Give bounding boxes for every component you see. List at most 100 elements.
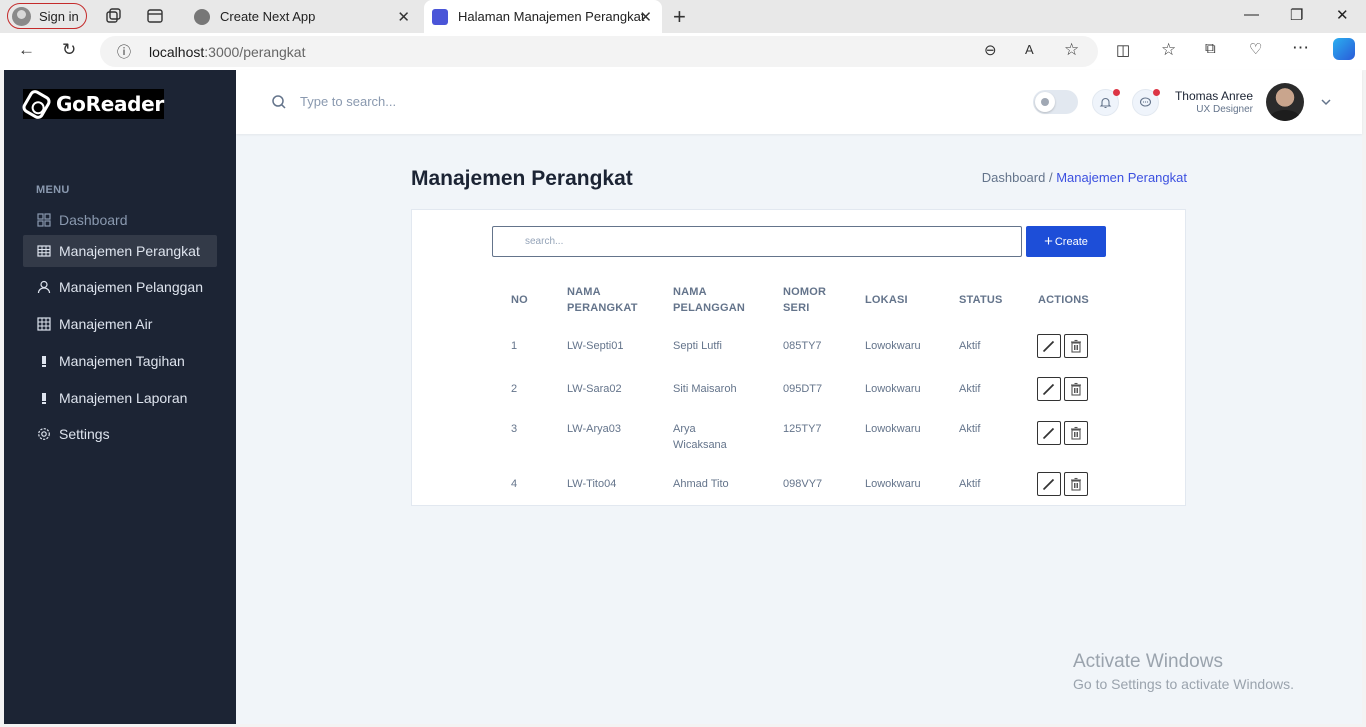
brand-logo[interactable]: GoReader: [20, 87, 164, 121]
sidebar-item-manajemen-pelanggan[interactable]: Manajemen Pelanggan: [23, 271, 217, 303]
table-cell: Ahmad Tito: [673, 478, 729, 490]
close-tab-icon[interactable]: ✕: [639, 8, 652, 26]
collections-icon[interactable]: ⧉: [1205, 40, 1216, 57]
edit-button[interactable]: [1037, 377, 1061, 401]
chat-icon: [1139, 97, 1152, 107]
plus-icon: +: [1044, 233, 1053, 250]
edit-button[interactable]: [1037, 472, 1061, 496]
favorite-star-icon[interactable]: ☆: [1064, 40, 1079, 60]
column-header: NAMA PELANGGAN: [673, 286, 746, 314]
read-aloud-icon[interactable]: A: [1025, 42, 1034, 57]
sidebar-item-label: Manajemen Laporan: [59, 390, 188, 406]
delete-button[interactable]: [1064, 472, 1088, 496]
favorites-icon[interactable]: ☆: [1161, 40, 1176, 60]
table-cell: 2: [511, 383, 518, 395]
table-cell: LW-Septi01: [567, 340, 624, 352]
user-name[interactable]: Thomas Anree: [1175, 89, 1253, 103]
table-cell: LW-Sara02: [567, 383, 622, 395]
edit-button[interactable]: [1037, 334, 1061, 358]
table-cell: Septi Lutfi: [673, 340, 722, 352]
new-tab-icon[interactable]: +: [673, 4, 686, 30]
sidebar-item-manajemen-air[interactable]: Manajemen Air: [23, 308, 217, 340]
pencil-icon: [1042, 478, 1055, 491]
table-cell: Aktif: [959, 383, 981, 395]
table-cell: LW-Tito04: [567, 478, 617, 490]
brand-name: GoReader: [56, 92, 164, 116]
app-favicon-icon: [432, 8, 448, 25]
tab-title: Create Next App: [220, 9, 316, 24]
tab-halaman-manajemen[interactable]: Halaman Manajemen Perangkat ✕: [424, 0, 662, 33]
device-table-card: search... + Create NO NAMA PERANGKAT NAMA P…: [411, 209, 1186, 506]
column-header: ACTIONS: [1038, 294, 1089, 306]
zoom-icon[interactable]: ⊖: [984, 41, 997, 59]
table-cell: Siti Maisaroh: [673, 383, 737, 395]
table-cell: 1: [511, 340, 518, 352]
delete-button[interactable]: [1064, 421, 1088, 445]
table-icon: [36, 317, 51, 332]
close-window-icon[interactable]: ✕: [1336, 6, 1349, 24]
back-icon[interactable]: ←: [18, 40, 35, 60]
copilot-icon[interactable]: [1333, 38, 1355, 60]
activate-windows-title: Activate Windows: [1073, 651, 1223, 672]
dark-mode-toggle[interactable]: [1033, 90, 1078, 114]
delete-button[interactable]: [1064, 334, 1088, 358]
sun-icon: [1035, 92, 1055, 112]
table-cell: Aktif: [959, 423, 981, 435]
search-icon: [272, 95, 286, 109]
restore-icon[interactable]: ❐: [1290, 6, 1303, 24]
refresh-icon[interactable]: ↻: [62, 40, 76, 60]
trash-icon: [1071, 426, 1081, 440]
create-button[interactable]: + Create: [1026, 226, 1106, 257]
table-cell: Lowokwaru: [865, 478, 921, 490]
logo-icon: [20, 87, 53, 121]
pencil-icon: [1042, 427, 1055, 440]
breadcrumb: Dashboard / Manajemen Perangkat: [982, 170, 1187, 185]
table-search-input[interactable]: search...: [492, 226, 1022, 257]
info-icon[interactable]: ⓘ: [117, 42, 131, 62]
sidebar-item-manajemen-perangkat[interactable]: Manajemen Perangkat: [23, 235, 217, 267]
performance-icon[interactable]: ♡: [1249, 40, 1262, 58]
close-tab-icon[interactable]: ✕: [397, 8, 410, 26]
workspaces-icon[interactable]: [104, 7, 122, 25]
delete-button[interactable]: [1064, 377, 1088, 401]
browser-address-bar: ← ↻ ⓘ localhost:3000/perangkat ⊖ A ☆ ◫ ☆…: [0, 33, 1366, 70]
breadcrumb-home[interactable]: Dashboard /: [982, 170, 1053, 185]
browser-tab-bar: Sign in Create Next App ✕ Halaman Manaje…: [0, 0, 1366, 33]
gear-icon: [36, 427, 51, 442]
bar-icon: [36, 391, 51, 406]
sidebar-item-dashboard[interactable]: Dashboard: [23, 204, 217, 236]
table-cell: 125TY7: [783, 423, 822, 435]
table-cell: 4: [511, 478, 518, 490]
notification-button[interactable]: [1092, 89, 1120, 116]
tab-create-next-app[interactable]: Create Next App ✕: [186, 0, 420, 33]
table-cell: Lowokwaru: [865, 340, 921, 352]
sign-in-button[interactable]: Sign in: [7, 3, 87, 29]
sidebar-item-label: Manajemen Tagihan: [59, 353, 185, 369]
chevron-down-icon[interactable]: [1320, 97, 1332, 107]
bell-icon: [1099, 97, 1112, 108]
sidebar: GoReader MENU Dashboard Manajemen Perang…: [4, 70, 236, 724]
column-header: STATUS: [959, 294, 1003, 306]
url-field[interactable]: ⓘ localhost:3000/perangkat ⊖ A ☆: [100, 36, 1098, 67]
breadcrumb-current: Manajemen Perangkat: [1056, 170, 1187, 185]
edit-button[interactable]: [1037, 421, 1061, 445]
tab-actions-icon[interactable]: [146, 7, 164, 25]
more-icon[interactable]: ⋯: [1292, 38, 1309, 58]
notification-dot: [1113, 89, 1120, 96]
table-icon: [36, 244, 51, 259]
app-root: GoReader MENU Dashboard Manajemen Perang…: [4, 70, 1362, 724]
sidebar-item-settings[interactable]: Settings: [23, 418, 217, 450]
sidebar-item-manajemen-laporan[interactable]: Manajemen Laporan: [23, 382, 217, 414]
avatar[interactable]: [1266, 83, 1304, 121]
sidebar-item-manajemen-tagihan[interactable]: Manajemen Tagihan: [23, 345, 217, 377]
message-button[interactable]: [1132, 89, 1160, 116]
header-search-input[interactable]: Type to search...: [300, 94, 396, 109]
bar-icon: [36, 354, 51, 369]
grid-icon: [36, 213, 51, 228]
split-screen-icon[interactable]: ◫: [1116, 41, 1130, 59]
minimize-icon[interactable]: —: [1244, 6, 1259, 23]
table-cell: LW-Arya03: [567, 423, 622, 435]
tab-title: Halaman Manajemen Perangkat: [458, 9, 645, 24]
page-title: Manajemen Perangkat: [411, 167, 633, 190]
table-cell: Aktif: [959, 478, 981, 490]
